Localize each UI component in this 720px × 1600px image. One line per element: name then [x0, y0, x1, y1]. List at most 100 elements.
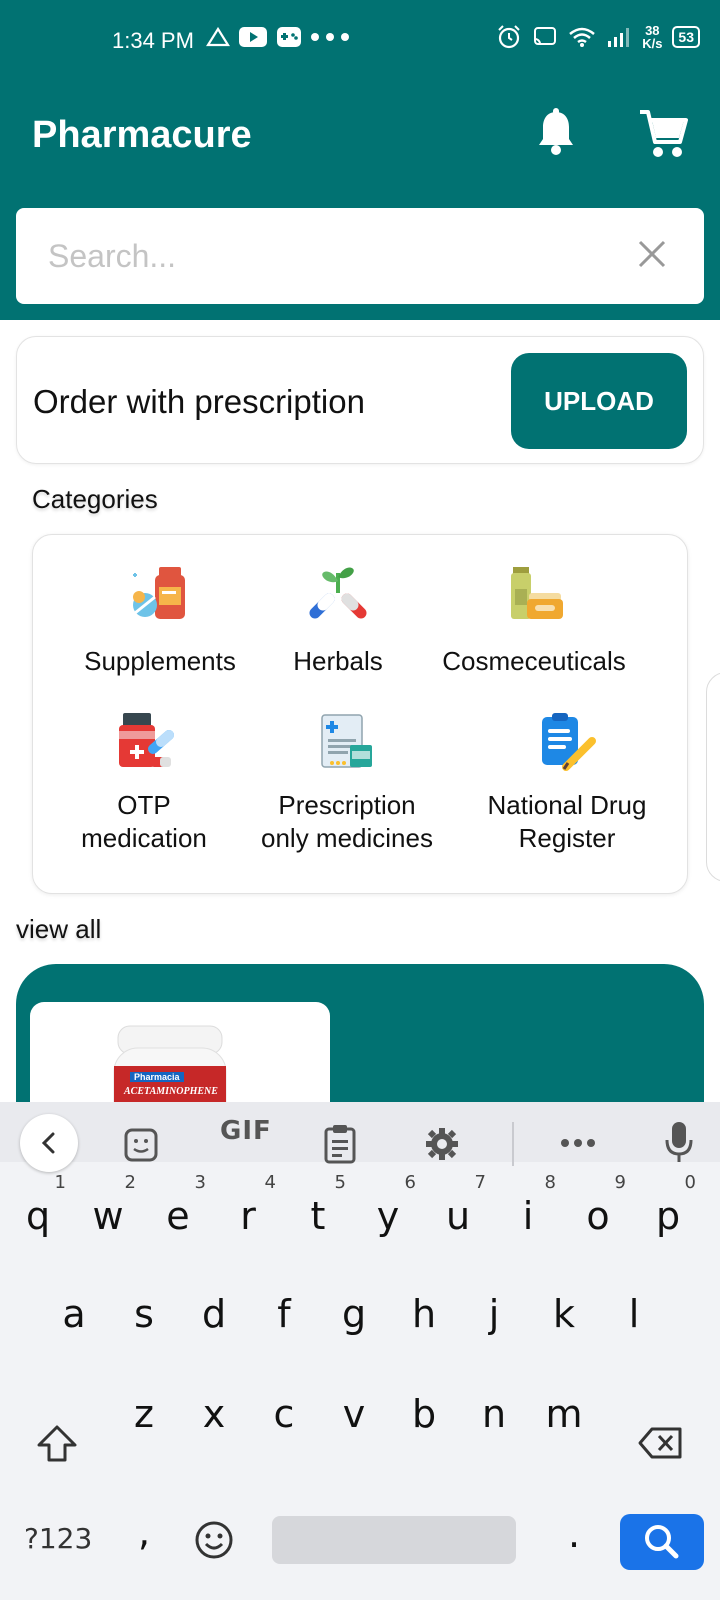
key-e[interactable]: 3e: [148, 1172, 208, 1238]
alarm-icon: [498, 25, 520, 49]
category-prescription-only[interactable]: Prescription only medicines: [247, 711, 447, 855]
category-supplements[interactable]: Supplements: [75, 563, 245, 678]
key-t[interactable]: 5t: [288, 1172, 348, 1238]
prescription-label: Order with prescription: [33, 383, 365, 420]
category-label: Cosmeceuticals: [442, 646, 626, 676]
key-f[interactable]: f: [254, 1292, 314, 1336]
keyboard-search-key[interactable]: [620, 1514, 704, 1570]
gif-button[interactable]: GIF: [220, 1116, 272, 1146]
key-v[interactable]: v: [324, 1392, 384, 1436]
key-char: q: [25, 1194, 51, 1238]
view-all-link[interactable]: view all: [16, 914, 101, 945]
key-m[interactable]: m: [534, 1392, 594, 1436]
key-d[interactable]: d: [184, 1292, 244, 1336]
key-x[interactable]: x: [184, 1392, 244, 1436]
key-char: p: [655, 1194, 681, 1238]
key-hint: 2: [124, 1172, 136, 1193]
upload-button[interactable]: UPLOAD: [511, 353, 687, 449]
cast-icon: [534, 27, 557, 45]
symbols-key[interactable]: ?123: [24, 1522, 92, 1555]
otp-medication-icon: [119, 713, 174, 767]
key-w[interactable]: 2w: [78, 1172, 138, 1238]
key-g[interactable]: g: [324, 1292, 384, 1336]
search-input[interactable]: [48, 230, 608, 282]
key-comma[interactable]: ,: [114, 1510, 174, 1554]
sticker-icon[interactable]: [124, 1128, 158, 1162]
category-label: OTP: [117, 790, 171, 820]
notifications-bell-icon[interactable]: [536, 108, 576, 156]
key-c[interactable]: c: [254, 1392, 314, 1436]
prescription-card: Order with prescription UPLOAD: [16, 336, 704, 464]
key-hint: 9: [614, 1172, 626, 1193]
category-label-line2: medication: [81, 823, 207, 853]
categories-grid: Supplements Herbals Cosmeceuticals OTP m…: [32, 534, 688, 894]
category-label-line2: Register: [518, 823, 616, 853]
spacebar[interactable]: [272, 1516, 516, 1564]
clear-search-icon[interactable]: [636, 238, 668, 270]
emoji-icon[interactable]: [194, 1520, 234, 1560]
key-q[interactable]: 1q: [8, 1172, 68, 1238]
key-p[interactable]: 0p: [638, 1172, 698, 1238]
keyboard-toolbar: GIF: [0, 1102, 720, 1172]
category-cosmeceuticals[interactable]: Cosmeceuticals: [429, 563, 639, 678]
key-char: u: [445, 1194, 471, 1238]
key-hint: 4: [264, 1172, 276, 1193]
category-national-drug-register[interactable]: National Drug Register: [469, 711, 665, 855]
game-icon: [277, 27, 301, 47]
key-u[interactable]: 7u: [428, 1172, 488, 1238]
category-label: National Drug: [487, 790, 647, 820]
key-n[interactable]: n: [464, 1392, 524, 1436]
status-bar: 1:34 PM 38 K/s 53: [0, 24, 720, 58]
key-r[interactable]: 4r: [218, 1172, 278, 1238]
toolbar-divider: [512, 1122, 514, 1166]
key-a[interactable]: a: [44, 1292, 104, 1336]
key-char: y: [376, 1194, 400, 1238]
search-box: [16, 208, 704, 304]
key-y[interactable]: 6y: [358, 1172, 418, 1238]
category-herbals[interactable]: Herbals: [273, 563, 403, 678]
key-z[interactable]: z: [114, 1392, 174, 1436]
key-char: e: [166, 1194, 190, 1238]
key-hint: 7: [474, 1172, 486, 1193]
prescription-icon: [321, 714, 372, 768]
next-card-peek[interactable]: [706, 672, 720, 882]
wifi-icon: [569, 27, 595, 47]
product-brand-label: Pharmacia: [130, 1072, 184, 1082]
key-hint: 0: [684, 1172, 696, 1193]
shift-icon[interactable]: [36, 1424, 78, 1464]
key-hint: 3: [194, 1172, 206, 1193]
category-otp-medication[interactable]: OTP medication: [69, 711, 219, 855]
key-b[interactable]: b: [394, 1392, 454, 1436]
key-o[interactable]: 9o: [568, 1172, 628, 1238]
network-speed-unit: K/s: [642, 36, 663, 51]
status-time: 1:34 PM: [112, 28, 194, 53]
microphone-icon[interactable]: [664, 1120, 694, 1164]
key-hint: 1: [54, 1172, 66, 1193]
clipboard-icon[interactable]: [324, 1124, 356, 1164]
product-name-label: ACETAMINOPHENE: [124, 1086, 218, 1097]
key-period[interactable]: .: [544, 1512, 604, 1556]
category-label: Prescription: [278, 790, 416, 820]
supplements-icon: [133, 567, 185, 619]
more-options-icon[interactable]: [560, 1138, 596, 1148]
key-h[interactable]: h: [394, 1292, 454, 1336]
drive-icon: [206, 27, 230, 47]
cart-icon[interactable]: [638, 108, 688, 160]
key-l[interactable]: l: [604, 1292, 664, 1336]
settings-gear-icon[interactable]: [424, 1126, 460, 1162]
key-hint: 5: [334, 1172, 346, 1193]
key-char: w: [92, 1194, 124, 1238]
key-i[interactable]: 8i: [498, 1172, 558, 1238]
key-k[interactable]: k: [534, 1292, 594, 1336]
keyboard-back-button[interactable]: [20, 1114, 78, 1172]
key-j[interactable]: j: [464, 1292, 524, 1336]
cosmeceuticals-icon: [511, 567, 563, 619]
drug-register-icon: [542, 713, 596, 771]
key-hint: 6: [404, 1172, 416, 1193]
battery-indicator: 53: [672, 26, 700, 48]
key-char: r: [240, 1194, 256, 1238]
category-label: Supplements: [84, 646, 236, 676]
backspace-icon[interactable]: [638, 1426, 684, 1460]
youtube-icon: [239, 27, 267, 47]
key-s[interactable]: s: [114, 1292, 174, 1336]
